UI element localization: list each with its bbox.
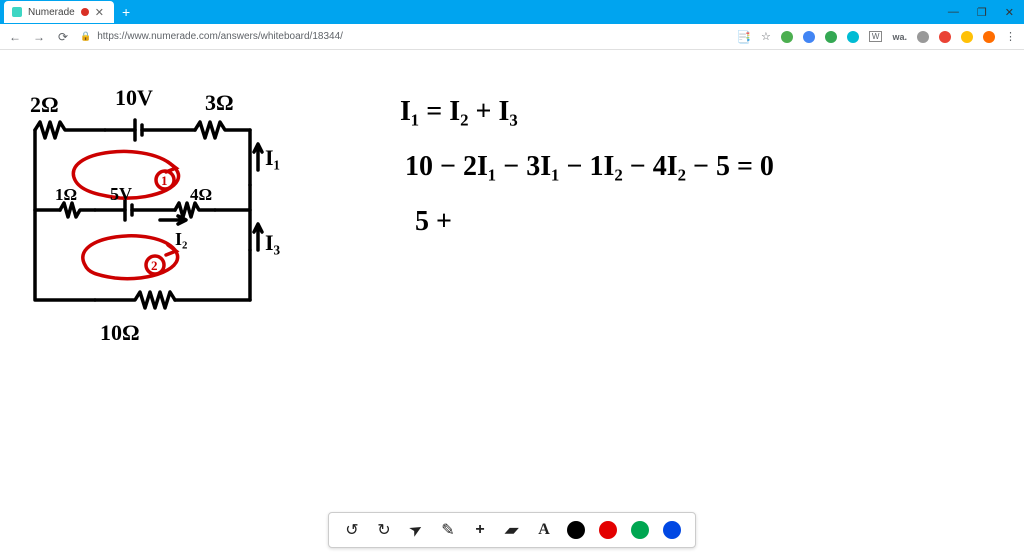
pointer-tool[interactable]: ➤: [403, 517, 429, 543]
url-field[interactable]: 🔒 https://www.numerade.com/answers/white…: [80, 31, 726, 42]
equation-3: 5 +: [415, 206, 452, 237]
equation-2: 10 − 2I₁ − 3I₁ − 1I₂ − 4I₂ − 5 = 0: [405, 151, 774, 182]
star-icon[interactable]: ☆: [761, 30, 771, 43]
tab-title: Numerade: [28, 7, 75, 18]
avatar[interactable]: [983, 31, 995, 43]
eraser-tool[interactable]: ▰: [499, 520, 524, 540]
label-r3: 1Ω: [55, 185, 77, 204]
reload-button[interactable]: ⟳: [56, 30, 70, 44]
forward-button[interactable]: →: [32, 30, 46, 44]
window-titlebar: Numerade ✕ + — ❐ ✕: [0, 0, 1024, 24]
svg-text:2: 2: [151, 258, 158, 273]
drawing-svg: 2Ω 10V 3Ω 1Ω 5V 4Ω I₁ I₂ I₃ 10Ω 1 2 I₁ =…: [0, 50, 1024, 508]
color-green[interactable]: [631, 521, 649, 539]
maximize-button[interactable]: ❐: [977, 6, 987, 19]
pen-tool[interactable]: ✎: [439, 520, 457, 540]
extension-icon[interactable]: [781, 31, 793, 43]
back-button[interactable]: ←: [8, 30, 22, 44]
close-tab-icon[interactable]: ✕: [95, 6, 104, 19]
label-v2: 5V: [110, 184, 132, 204]
whiteboard-canvas[interactable]: 2Ω 10V 3Ω 1Ω 5V 4Ω I₁ I₂ I₃ 10Ω 1 2 I₁ =…: [0, 50, 1024, 508]
recording-indicator-icon: [81, 8, 89, 16]
label-r2: 3Ω: [205, 90, 234, 115]
add-tool[interactable]: +: [471, 521, 489, 539]
label-i3: I₃: [265, 230, 281, 255]
tab-strip: Numerade ✕ +: [4, 0, 136, 24]
label-i2: I₂: [175, 229, 187, 249]
equation-1: I₁ = I₂ + I₃: [400, 96, 518, 127]
window-controls: — ❐ ✕: [948, 6, 1024, 19]
color-black[interactable]: [567, 521, 585, 539]
bookmark-icon[interactable]: 📑: [736, 30, 751, 44]
label-r4: 4Ω: [190, 185, 212, 204]
url-text: https://www.numerade.com/answers/whitebo…: [97, 31, 343, 42]
extension-area: 📑 ☆ W wa. ⋮: [736, 30, 1016, 44]
extension-icon[interactable]: [825, 31, 837, 43]
label-r1: 2Ω: [30, 92, 59, 117]
label-i1: I₁: [265, 145, 280, 170]
favicon: [12, 7, 22, 17]
close-window-button[interactable]: ✕: [1005, 6, 1014, 19]
extension-icon[interactable]: wa.: [892, 32, 907, 42]
label-r5: 10Ω: [100, 320, 140, 345]
whiteboard-toolbar: ↺ ↻ ➤ ✎ + ▰ A: [328, 512, 696, 548]
undo-button[interactable]: ↺: [343, 520, 361, 540]
extension-icon[interactable]: [917, 31, 929, 43]
menu-icon[interactable]: ⋮: [1005, 30, 1016, 43]
color-red[interactable]: [599, 521, 617, 539]
svg-text:1: 1: [161, 173, 168, 188]
text-tool[interactable]: A: [535, 521, 553, 539]
redo-button[interactable]: ↻: [375, 520, 393, 540]
new-tab-button[interactable]: +: [116, 4, 136, 20]
extension-icon[interactable]: [847, 31, 859, 43]
extension-icon[interactable]: [939, 31, 951, 43]
label-v1: 10V: [115, 85, 153, 110]
lock-icon: 🔒: [80, 31, 91, 42]
extension-icon[interactable]: W: [869, 31, 883, 42]
minimize-button[interactable]: —: [948, 6, 959, 18]
extension-icon[interactable]: [803, 31, 815, 43]
extension-icon[interactable]: [961, 31, 973, 43]
browser-tab[interactable]: Numerade ✕: [4, 1, 114, 23]
address-bar: ← → ⟳ 🔒 https://www.numerade.com/answers…: [0, 24, 1024, 50]
color-blue[interactable]: [663, 521, 681, 539]
